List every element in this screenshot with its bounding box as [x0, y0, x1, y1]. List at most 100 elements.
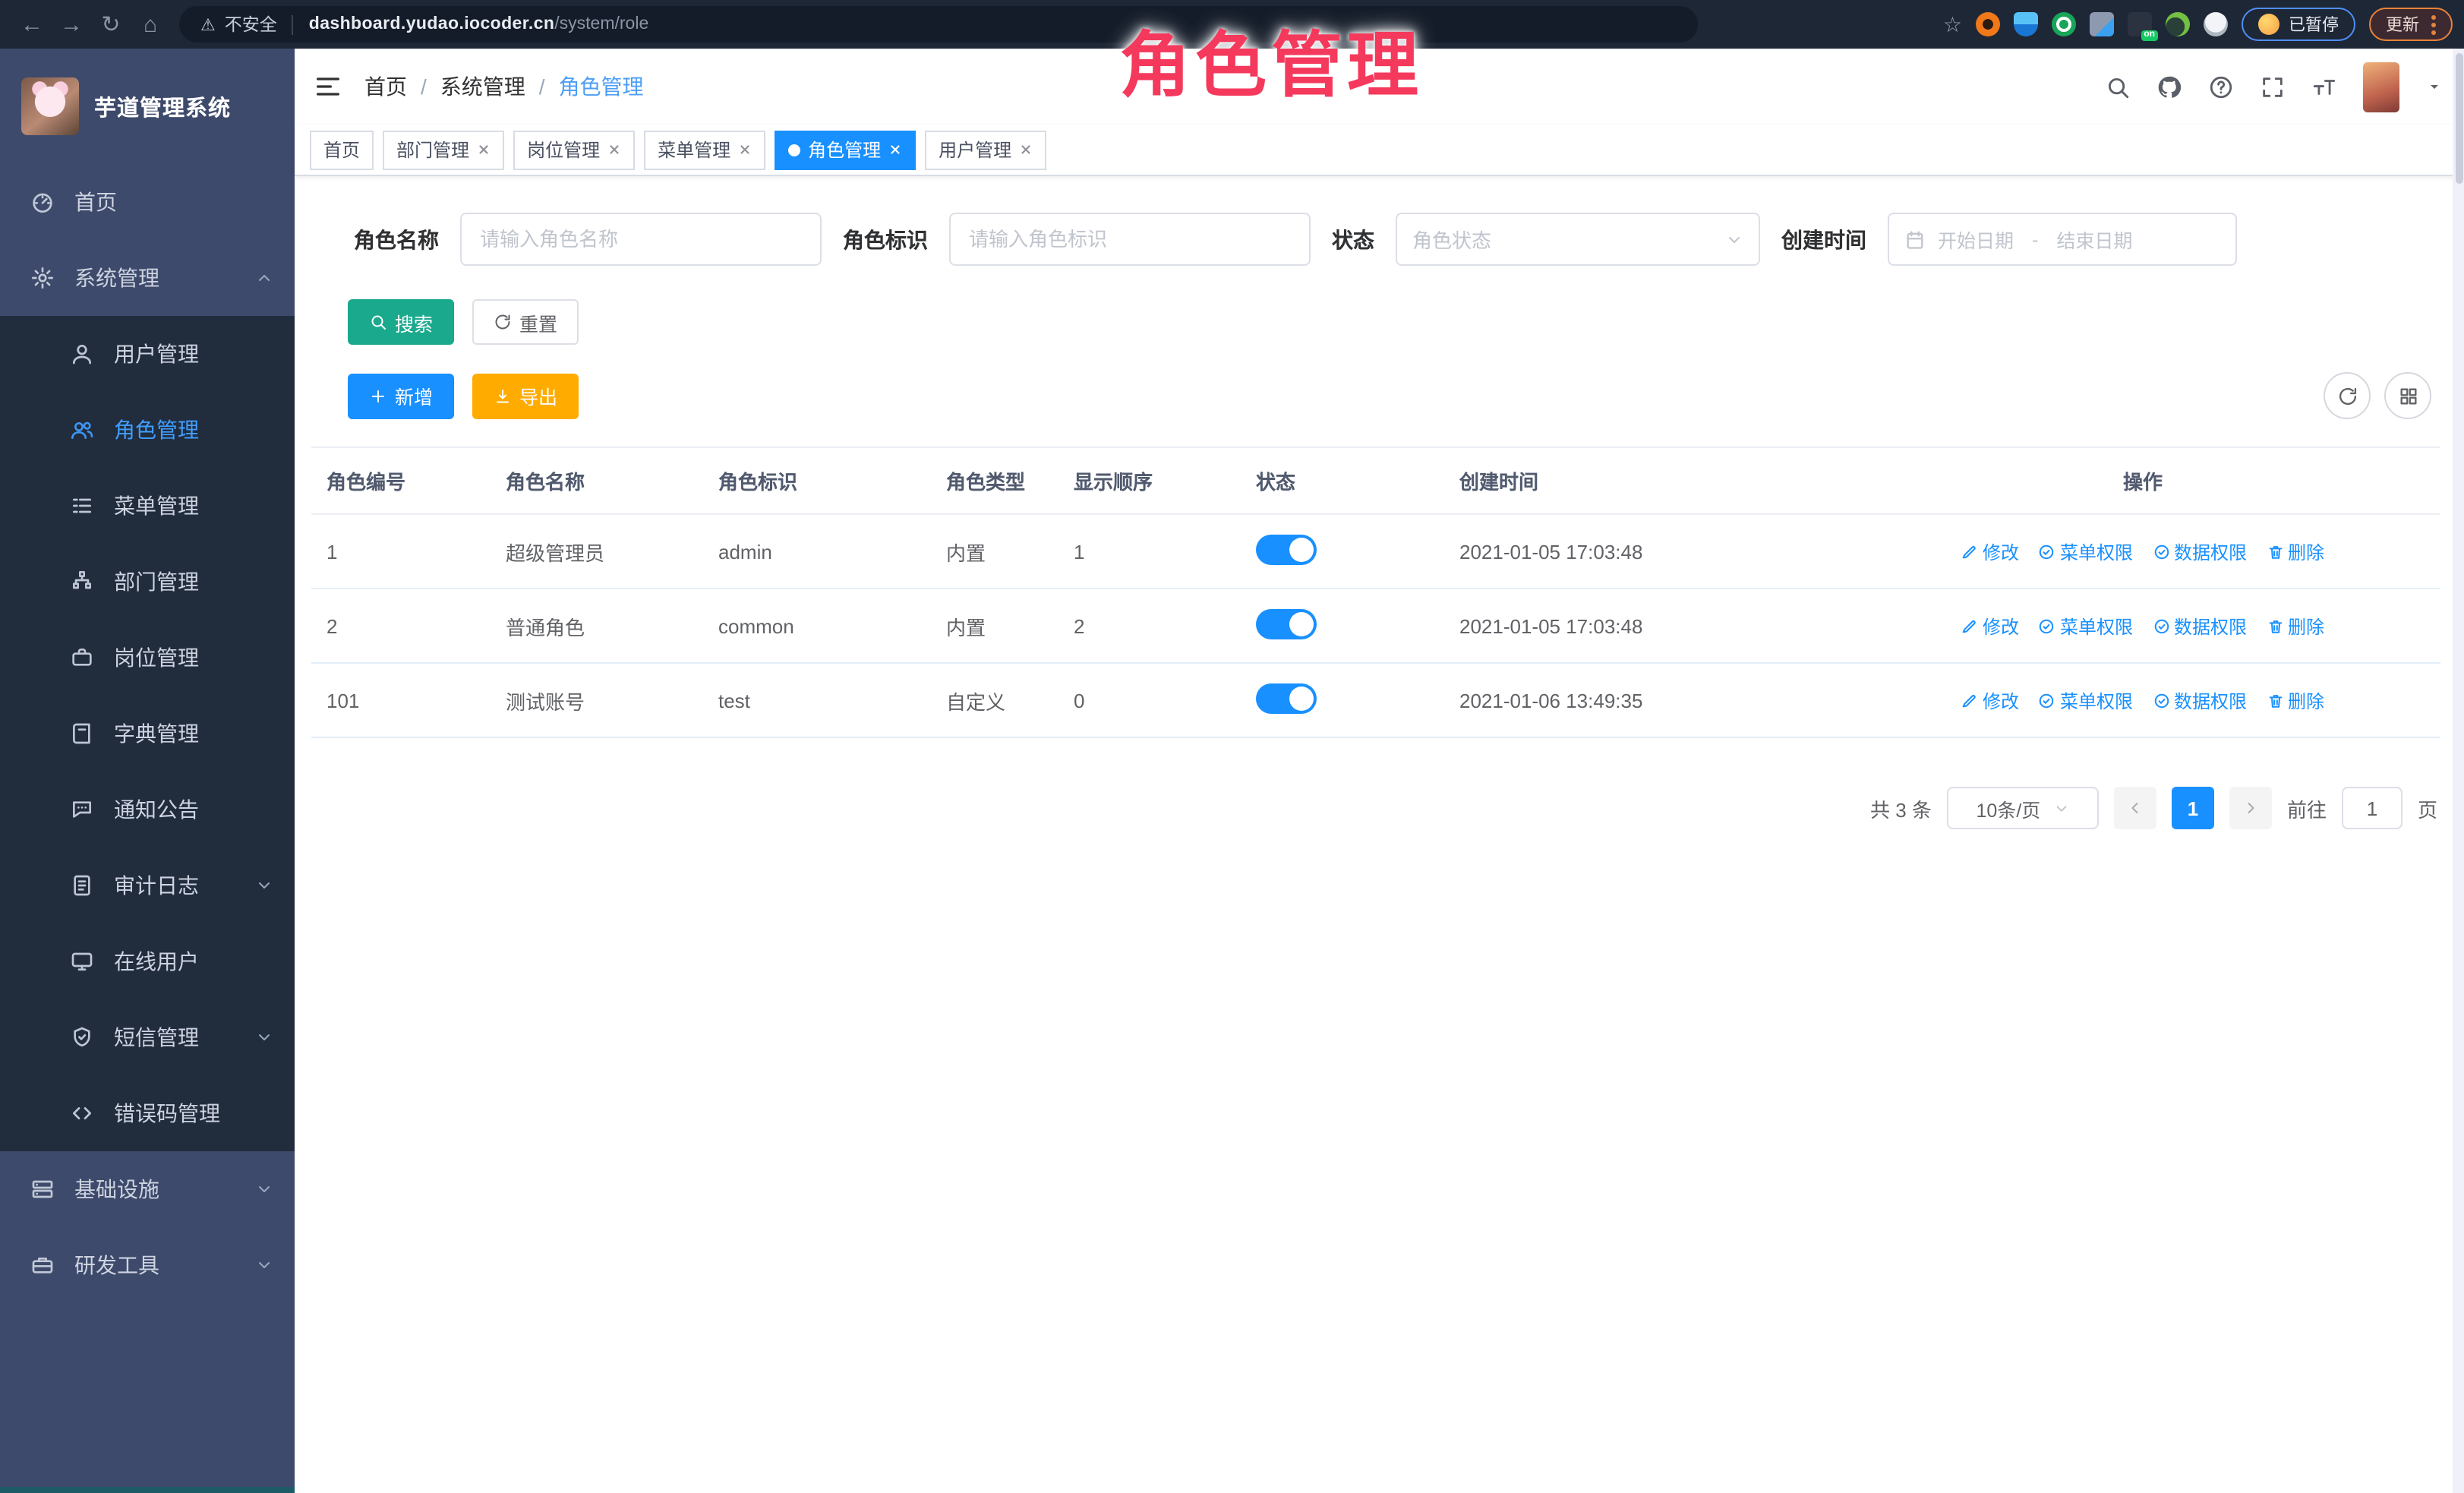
page-tab[interactable]: 用户管理 — [925, 130, 1046, 169]
delete-link[interactable]: 删除 — [2267, 687, 2324, 713]
profile-chip[interactable]: 已暂停 — [2242, 8, 2355, 41]
fullscreen-icon[interactable] — [2260, 74, 2286, 99]
calendar-icon — [1904, 229, 1926, 250]
close-tab-icon[interactable] — [738, 143, 752, 156]
breadcrumb-item[interactable]: 角色管理 — [559, 71, 644, 102]
delete-link[interactable]: 删除 — [2267, 613, 2324, 639]
delete-link[interactable]: 删除 — [2267, 538, 2324, 564]
export-button[interactable]: 导出 — [472, 373, 579, 418]
sidebar-menu-item[interactable]: 短信管理 — [0, 999, 295, 1075]
browser-reload-icon[interactable]: ↻ — [91, 11, 131, 38]
app-logo[interactable]: 芋道管理系统 — [0, 49, 295, 164]
sidebar-menu-item[interactable]: 角色管理 — [0, 392, 295, 468]
extension-icon-dark-on[interactable]: on — [2128, 12, 2152, 36]
help-icon[interactable] — [2208, 74, 2234, 99]
menu-permission-link[interactable]: 菜单权限 — [2039, 613, 2133, 639]
caret-down-icon[interactable] — [2425, 77, 2443, 96]
sidebar-menu-item[interactable]: 错误码管理 — [0, 1075, 295, 1151]
breadcrumb-item[interactable]: 系统管理 — [440, 71, 525, 102]
status-toggle[interactable] — [1256, 608, 1317, 639]
navbar-icons — [2105, 62, 2443, 112]
column-settings-button[interactable] — [2384, 372, 2431, 419]
page-scrollbar[interactable] — [2453, 49, 2464, 1493]
filter-actions: 搜索 重置 — [311, 299, 2440, 345]
edit-link[interactable]: 修改 — [1961, 687, 2019, 713]
page-tab[interactable]: 首页 — [310, 130, 374, 169]
extension-icon-green-shield[interactable] — [2052, 12, 2076, 36]
role-key-input[interactable] — [949, 213, 1311, 266]
edit-link[interactable]: 修改 — [1961, 538, 2019, 564]
reset-button[interactable]: 重置 — [472, 299, 579, 345]
page-tab[interactable]: 菜单管理 — [644, 130, 765, 169]
user-avatar[interactable] — [2363, 62, 2399, 112]
close-tab-icon[interactable] — [1019, 143, 1033, 156]
cell-actions: 修改 菜单权限 数据权限 — [1845, 663, 2440, 737]
browser-back-icon[interactable]: ← — [12, 11, 52, 37]
search-button[interactable]: 搜索 — [348, 299, 454, 345]
edit-link[interactable]: 修改 — [1961, 613, 2019, 639]
menu-item-icon — [30, 1177, 55, 1201]
cell-actions: 修改 菜单权限 数据权限 — [1845, 514, 2440, 589]
data-permission-link[interactable]: 数据权限 — [2153, 613, 2247, 639]
extension-icon-leaf[interactable] — [2166, 12, 2190, 36]
refresh-table-button[interactable] — [2324, 372, 2371, 419]
bookmark-star-icon[interactable]: ☆ — [1943, 11, 1962, 37]
extension-icon-blue-gem[interactable] — [2014, 12, 2038, 36]
sidebar-menu-item[interactable]: 通知公告 — [0, 772, 295, 848]
breadcrumb-item[interactable]: 首页 — [364, 71, 407, 102]
sidebar-menu-item[interactable]: 用户管理 — [0, 316, 295, 392]
sidebar-menu-item[interactable]: 首页 — [0, 164, 295, 240]
role-name-input[interactable] — [460, 213, 822, 266]
address-bar[interactable]: ⚠ 不安全 dashboard.yudao.iocoder.cn /system… — [179, 6, 1698, 43]
data-permission-link[interactable]: 数据权限 — [2153, 687, 2247, 713]
chevron-icon — [255, 1028, 273, 1046]
extension-icon-grid-diamond[interactable] — [2090, 12, 2114, 36]
date-range-picker[interactable]: 开始日期 - 结束日期 — [1888, 213, 2237, 266]
browser-update-button[interactable]: 更新 — [2369, 8, 2453, 41]
data-permission-link[interactable]: 数据权限 — [2153, 538, 2247, 564]
sidebar-menu-item[interactable]: 部门管理 — [0, 544, 295, 620]
menu-item-label: 审计日志 — [114, 870, 199, 901]
status-toggle[interactable] — [1256, 683, 1317, 713]
cell-sort: 1 — [1058, 514, 1241, 589]
sidebar-menu-item[interactable]: 岗位管理 — [0, 620, 295, 696]
prev-page-button[interactable] — [2114, 787, 2156, 829]
close-tab-icon[interactable] — [477, 143, 491, 156]
goto-page-input[interactable] — [2342, 787, 2402, 829]
page-number-1[interactable]: 1 — [2172, 787, 2214, 829]
sidebar-menu-item[interactable]: 在线用户 — [0, 923, 295, 999]
font-size-icon[interactable] — [2311, 74, 2337, 99]
browser-menu-icon[interactable] — [2431, 14, 2436, 34]
sidebar-menu-item[interactable]: 菜单管理 — [0, 468, 295, 544]
address-divider — [292, 14, 294, 34]
add-button[interactable]: 新增 — [348, 373, 454, 418]
browser-forward-icon[interactable]: → — [52, 11, 91, 37]
menu-permission-link[interactable]: 菜单权限 — [2039, 687, 2133, 713]
sidebar-menu-item[interactable]: 研发工具 — [0, 1227, 295, 1303]
cell-created: 2021-01-06 13:49:35 — [1444, 663, 1845, 737]
page-size-select[interactable]: 10条/页 — [1947, 787, 2099, 829]
browser-home-icon[interactable]: ⌂ — [131, 11, 170, 37]
status-select[interactable]: 角色状态 — [1396, 213, 1760, 266]
page-tab[interactable]: 角色管理 — [775, 130, 916, 169]
page-tab[interactable]: 岗位管理 — [513, 130, 635, 169]
breadcrumb-separator: / — [421, 74, 427, 99]
menu-permission-link[interactable]: 菜单权限 — [2039, 538, 2133, 564]
sidebar-menu-item[interactable]: 基础设施 — [0, 1151, 295, 1227]
github-icon[interactable] — [2156, 74, 2182, 99]
scrollbar-thumb[interactable] — [2455, 53, 2462, 184]
sidebar-menu-item[interactable]: 系统管理 — [0, 240, 295, 316]
end-date-placeholder: 结束日期 — [2056, 225, 2132, 254]
close-tab-icon[interactable] — [607, 143, 621, 156]
circle-check-icon — [2153, 617, 2169, 634]
hamburger-icon[interactable] — [313, 71, 343, 102]
page-tab[interactable]: 部门管理 — [383, 130, 504, 169]
extension-icon-orange[interactable] — [1976, 12, 2000, 36]
sidebar-menu-item[interactable]: 字典管理 — [0, 696, 295, 772]
sidebar-menu-item[interactable]: 审计日志 — [0, 848, 295, 923]
search-icon[interactable] — [2105, 74, 2131, 99]
extension-icon-pin[interactable] — [2204, 12, 2228, 36]
close-tab-icon[interactable] — [888, 143, 902, 156]
next-page-button[interactable] — [2229, 787, 2272, 829]
status-toggle[interactable] — [1256, 534, 1317, 564]
